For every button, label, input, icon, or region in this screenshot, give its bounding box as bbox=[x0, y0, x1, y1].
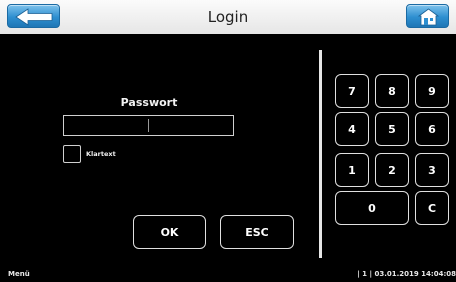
header-bar: Login bbox=[0, 0, 456, 34]
key-3[interactable]: 3 bbox=[415, 153, 449, 187]
password-label: Passwort bbox=[120, 96, 178, 109]
key-8[interactable]: 8 bbox=[375, 74, 409, 108]
esc-button[interactable]: ESC bbox=[220, 215, 294, 249]
ok-button[interactable]: OK bbox=[133, 215, 206, 249]
key-6[interactable]: 6 bbox=[415, 112, 449, 146]
key-5[interactable]: 5 bbox=[375, 112, 409, 146]
cleartext-checkbox[interactable] bbox=[63, 145, 81, 163]
cleartext-label: Klartext bbox=[86, 150, 116, 158]
key-clear[interactable]: C bbox=[415, 191, 449, 225]
home-icon bbox=[417, 8, 440, 26]
menu-link[interactable]: Menü bbox=[8, 270, 30, 278]
panel-divider bbox=[319, 50, 322, 258]
home-button[interactable] bbox=[406, 4, 449, 28]
key-1[interactable]: 1 bbox=[335, 153, 369, 187]
key-9[interactable]: 9 bbox=[415, 74, 449, 108]
key-0[interactable]: 0 bbox=[335, 191, 409, 225]
key-2[interactable]: 2 bbox=[375, 153, 409, 187]
text-cursor bbox=[148, 119, 149, 132]
page-title: Login bbox=[207, 8, 249, 26]
key-7[interactable]: 7 bbox=[335, 74, 369, 108]
status-bar: | 1 | 03.01.2019 14:04:08 bbox=[357, 270, 456, 278]
key-4[interactable]: 4 bbox=[335, 112, 369, 146]
